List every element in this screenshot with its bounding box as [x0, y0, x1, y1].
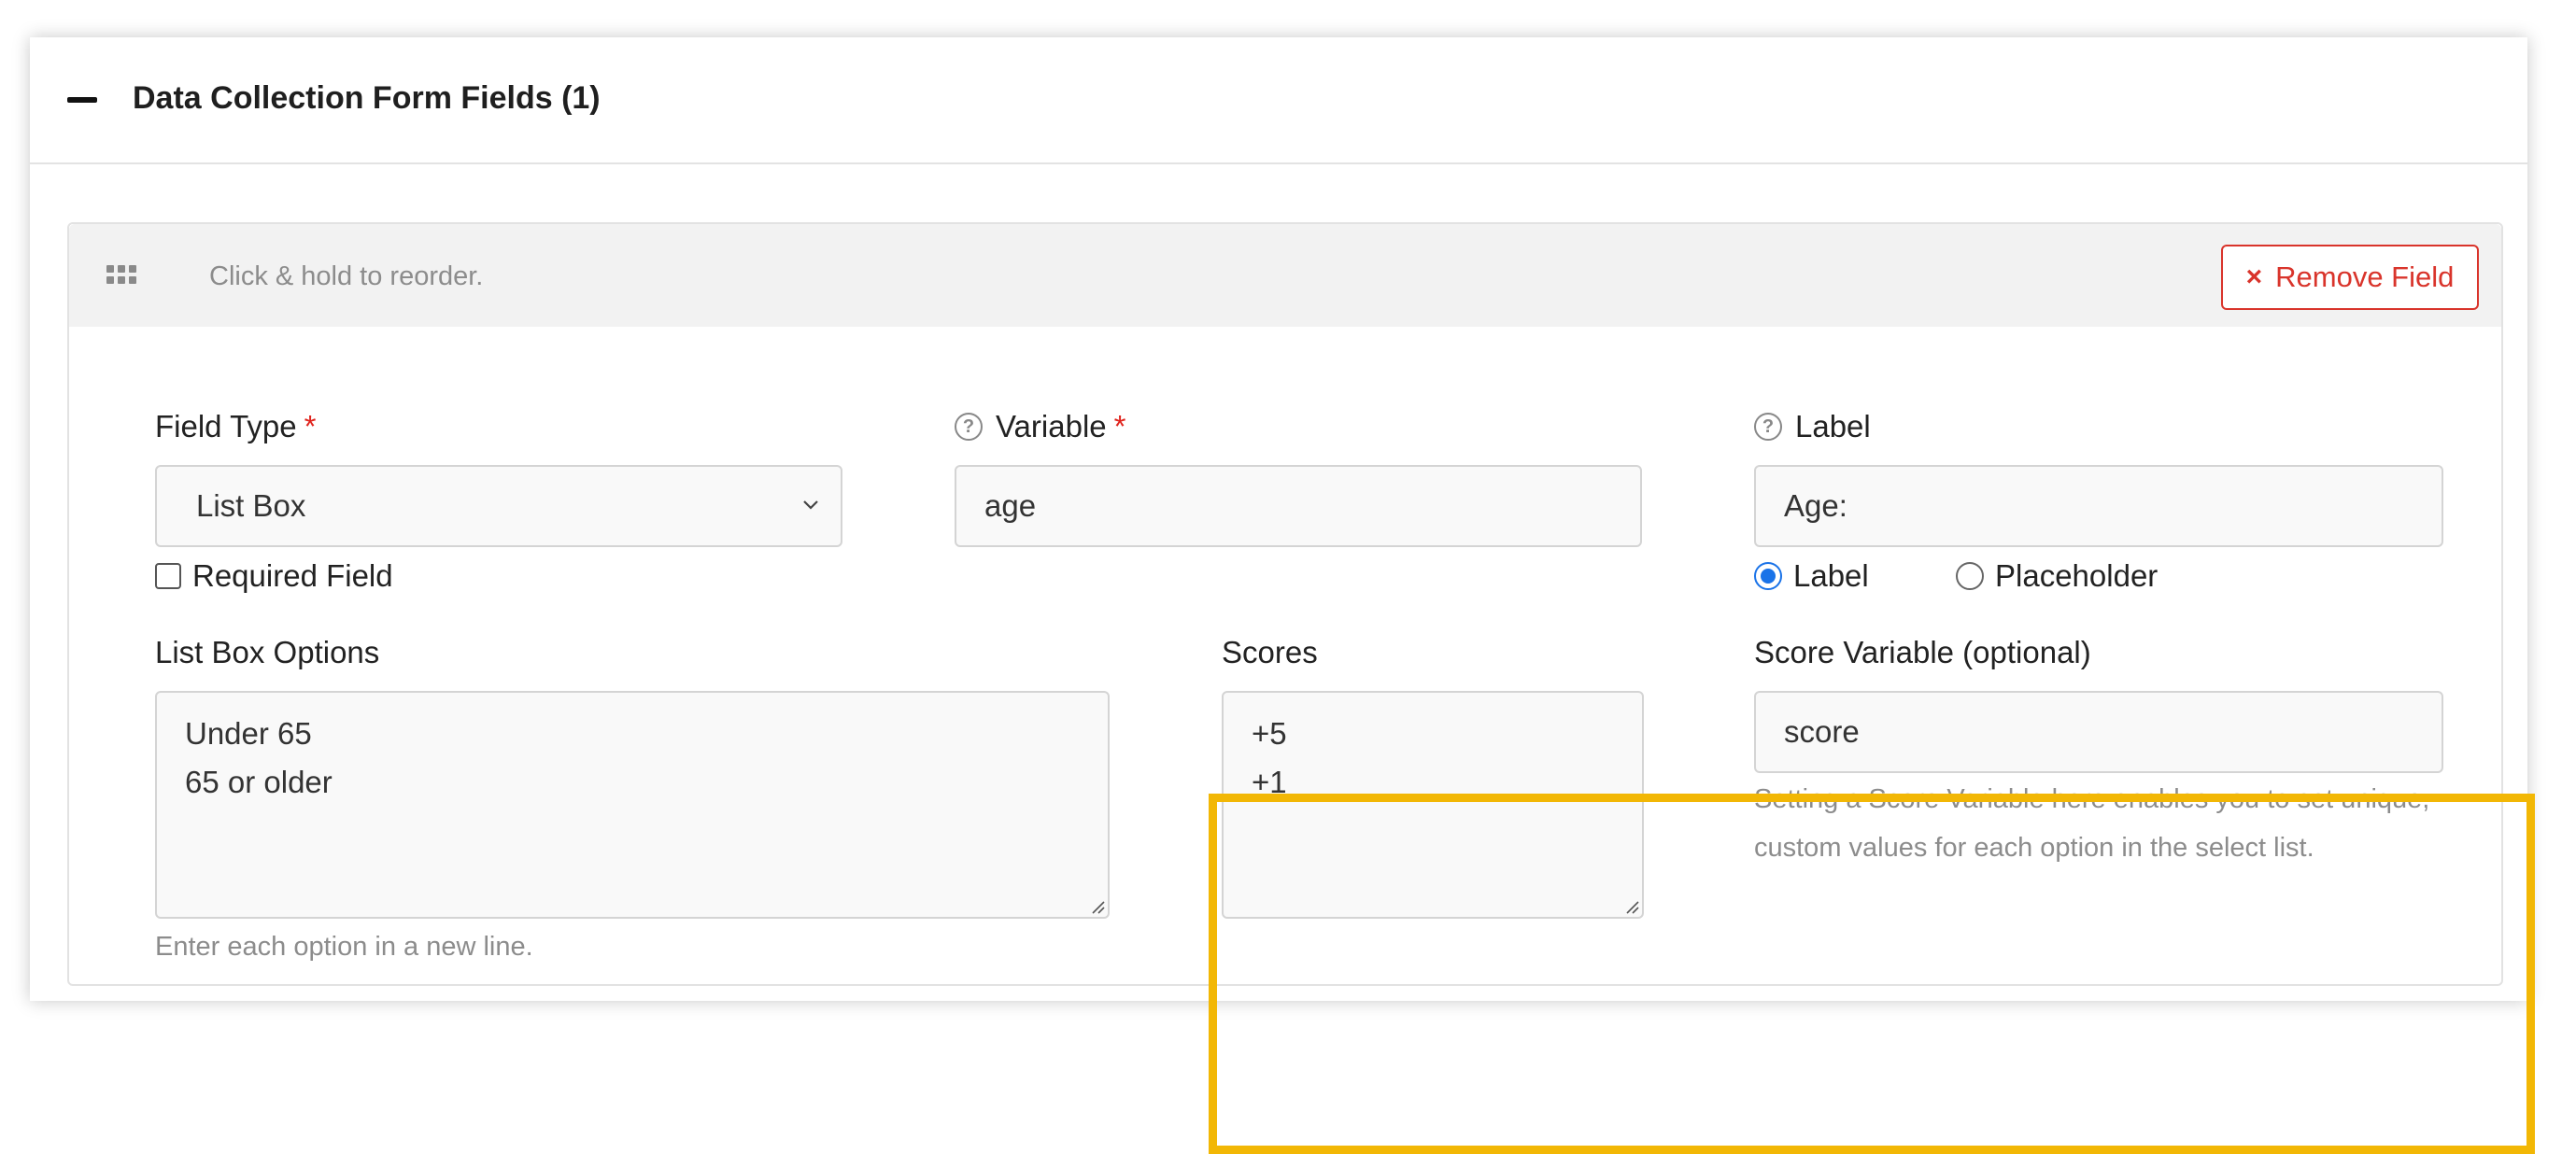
- required-asterisk: *: [1113, 409, 1126, 443]
- required-asterisk: *: [304, 409, 317, 443]
- variable-value: age: [984, 488, 1037, 523]
- form-field-card: Click & hold to reorder. × Remove Field …: [67, 222, 2535, 1154]
- placeholder-radio[interactable]: [1956, 562, 1984, 590]
- field-type-value: List Box: [196, 488, 306, 523]
- list-box-options-label: List Box Options: [155, 635, 380, 669]
- score-line: +5: [1252, 716, 1287, 751]
- form-fields-panel: Data Collection Form Fields (1) Click & …: [30, 37, 2535, 1154]
- placeholder-radio-text: Placeholder: [1995, 558, 2158, 593]
- score-variable-label: Score Variable (optional): [1754, 635, 2091, 669]
- field-card-toolbar: Click & hold to reorder. × Remove Field: [69, 224, 2501, 327]
- label-value: Age:: [1784, 488, 1847, 523]
- option-line: Under 65: [185, 716, 312, 751]
- label-input[interactable]: Age:: [1754, 465, 2443, 547]
- panel-header[interactable]: Data Collection Form Fields (1): [30, 37, 2527, 164]
- score-variable-value: score: [1784, 714, 1860, 749]
- score-variable-hint-line: Setting a Score Variable here enables yo…: [1754, 784, 2430, 814]
- remove-field-button[interactable]: × Remove Field: [2221, 245, 2479, 310]
- resize-handle-icon[interactable]: [1089, 898, 1106, 915]
- label-display-radio-label[interactable]: Label: [1754, 558, 1869, 594]
- label-radio-text: Label: [1793, 558, 1869, 593]
- label-field-label-text: Label: [1795, 409, 1871, 443]
- label-radio[interactable]: [1754, 562, 1782, 590]
- close-icon: ×: [2245, 261, 2263, 292]
- resize-handle-icon[interactable]: [1623, 898, 1640, 915]
- field-type-label-text: Field Type: [155, 409, 297, 443]
- variable-input[interactable]: age: [955, 465, 1642, 547]
- list-box-options-hint: Enter each option in a new line.: [155, 932, 533, 962]
- field-type-select[interactable]: List Box: [155, 465, 842, 547]
- remove-field-label: Remove Field: [2275, 260, 2455, 293]
- help-icon[interactable]: ?: [1754, 413, 1782, 441]
- score-variable-input[interactable]: score: [1754, 691, 2443, 773]
- drag-handle-icon[interactable]: [106, 265, 136, 286]
- list-box-options-textarea[interactable]: Under 65 65 or older: [155, 691, 1110, 919]
- panel-title: Data Collection Form Fields (1): [133, 80, 601, 116]
- label-field-label: ? Label: [1754, 409, 1871, 444]
- field-type-label: Field Type *: [155, 409, 317, 444]
- minus-icon[interactable]: [67, 97, 97, 103]
- required-field-label: Required Field: [192, 558, 393, 593]
- chevron-down-icon: [803, 500, 818, 510]
- score-variable-hint: Setting a Score Variable here enables yo…: [1754, 775, 2429, 872]
- reorder-hint: Click & hold to reorder.: [209, 261, 484, 291]
- option-line: 65 or older: [185, 765, 333, 799]
- variable-label: ? Variable *: [955, 409, 1125, 444]
- label-display-radio-placeholder[interactable]: Placeholder: [1956, 558, 2158, 594]
- score-line: +1: [1252, 765, 1287, 799]
- scores-textarea[interactable]: +5 +1: [1222, 691, 1644, 919]
- help-icon[interactable]: ?: [955, 413, 983, 441]
- required-field-checkbox[interactable]: [155, 563, 181, 589]
- scores-label: Scores: [1222, 635, 1318, 669]
- variable-label-text: Variable: [996, 409, 1107, 443]
- required-field-checkbox-row[interactable]: Required Field: [155, 558, 393, 594]
- score-variable-hint-line: custom values for each option in the sel…: [1754, 833, 2314, 863]
